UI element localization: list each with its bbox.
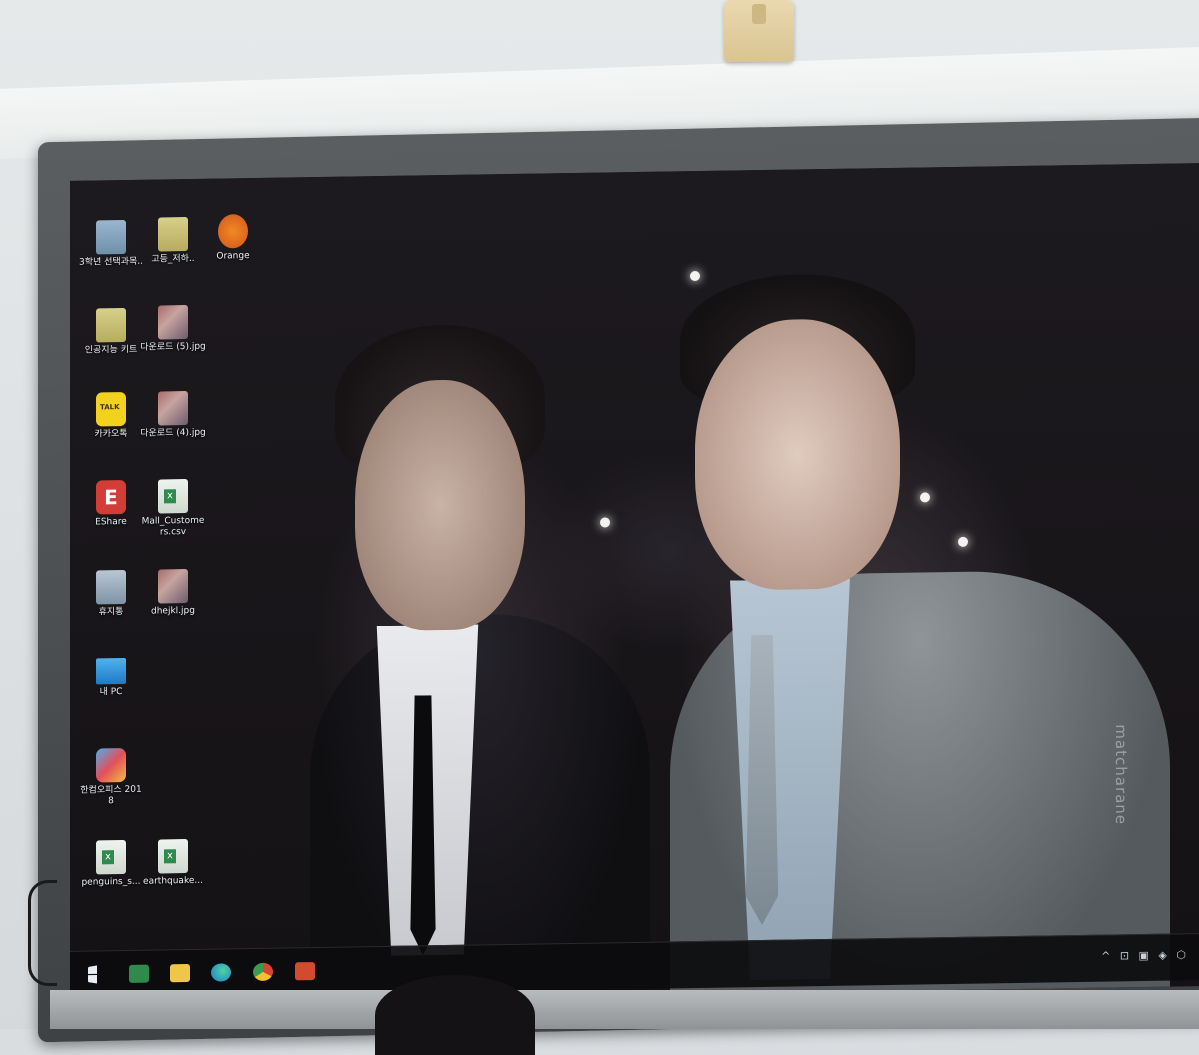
desktop-icon[interactable]: 한컴오피스 2018 bbox=[78, 747, 144, 808]
desktop-icon-label: Mall_Customers.csv bbox=[141, 515, 205, 538]
spreadsheet-file-icon bbox=[158, 839, 188, 874]
desktop-icon-label: 휴지통 bbox=[98, 607, 124, 618]
folder-icon bbox=[158, 217, 188, 252]
bokeh-light bbox=[920, 492, 930, 503]
bokeh-light bbox=[600, 517, 610, 528]
display-bottom-frame bbox=[50, 990, 1199, 1029]
person-right-face bbox=[695, 317, 900, 592]
desktop-icon-label: 한컴오피스 2018 bbox=[80, 784, 142, 807]
desktop-icon[interactable]: earthquake... bbox=[140, 839, 206, 888]
desktop-icon[interactable]: 카카오톡 bbox=[78, 391, 144, 441]
desktop-icon[interactable]: dhejkl.jpg bbox=[140, 569, 206, 618]
bokeh-light bbox=[690, 270, 700, 282]
desktop-icon-label: EShare bbox=[95, 516, 127, 528]
kakaotalk-icon bbox=[96, 391, 126, 427]
desktop-icon[interactable]: penguins_s... bbox=[78, 839, 144, 889]
desktop-icon[interactable]: 3학년 선택과목.. bbox=[78, 219, 144, 269]
system-tray[interactable]: ^ ⊡ ▣ ◈ ⬡ bbox=[1101, 948, 1189, 962]
desktop-icon-label: 내 PC bbox=[99, 687, 123, 698]
spreadsheet-file-icon bbox=[158, 479, 188, 514]
wallpaper-photo: matcharane bbox=[70, 163, 1199, 1004]
excel-icon[interactable] bbox=[129, 964, 149, 983]
folder-icon bbox=[96, 307, 126, 343]
desktop-icon[interactable]: 다운로드 (5).jpg bbox=[140, 305, 206, 354]
file-explorer-icon[interactable] bbox=[170, 963, 190, 983]
desktop-icon-label: 고등_저하.. bbox=[151, 253, 195, 265]
computer-icon bbox=[96, 657, 126, 685]
eshare-icon: E bbox=[96, 479, 126, 515]
desktop-icon-label: dhejkl.jpg bbox=[151, 605, 195, 617]
person-left-face bbox=[355, 378, 525, 632]
desktop-icon[interactable]: 인공지능 키트 bbox=[78, 307, 144, 357]
desktop-icon-label: 3학년 선택과목.. bbox=[79, 256, 143, 268]
desktop-icon[interactable]: 고등_저하.. bbox=[140, 217, 206, 266]
desktop-icon-label: earthquake... bbox=[143, 875, 203, 887]
orange-app-icon bbox=[218, 214, 248, 249]
powerpoint-icon[interactable] bbox=[295, 962, 315, 981]
desktop-screen: matcharane 3학년 선택과목.. 고등_저하.. Orange 인공지… bbox=[70, 163, 1199, 1004]
desktop-icon-label: penguins_s... bbox=[81, 876, 141, 888]
wallpaper-watermark: matcharane bbox=[1112, 724, 1130, 826]
image-file-icon bbox=[158, 569, 188, 604]
edge-icon[interactable] bbox=[211, 963, 231, 982]
desktop-icon[interactable]: 다운로드 (4).jpg bbox=[140, 391, 206, 440]
start-icon[interactable] bbox=[88, 965, 108, 983]
light-switch bbox=[724, 0, 794, 62]
desktop-icon[interactable]: 내 PC bbox=[78, 657, 144, 699]
desktop-icon-label: 인공지능 키트 bbox=[84, 344, 138, 356]
recycle-bin-icon bbox=[96, 569, 126, 605]
desktop-icon[interactable]: E EShare bbox=[78, 479, 144, 529]
image-file-icon bbox=[158, 305, 188, 340]
desktop-icon-label: Orange bbox=[216, 251, 250, 262]
chrome-icon[interactable] bbox=[253, 962, 273, 981]
desktop-icon-label: 다운로드 (5).jpg bbox=[140, 341, 206, 353]
viewer-head-silhouette bbox=[375, 975, 535, 1055]
desktop-icon[interactable]: Orange bbox=[200, 214, 266, 263]
desktop-icon[interactable]: Mall_Customers.csv bbox=[140, 479, 206, 539]
spreadsheet-file-icon bbox=[96, 839, 126, 875]
cable bbox=[28, 880, 57, 986]
bokeh-light bbox=[958, 536, 968, 547]
desktop-icon[interactable]: 휴지통 bbox=[78, 569, 144, 619]
desktop-icon-label: 카카오톡 bbox=[94, 428, 128, 440]
image-file-icon bbox=[158, 391, 188, 426]
hancom-office-icon bbox=[96, 747, 126, 783]
folder-icon bbox=[96, 219, 126, 255]
desktop-icon-label: 다운로드 (4).jpg bbox=[140, 427, 206, 439]
